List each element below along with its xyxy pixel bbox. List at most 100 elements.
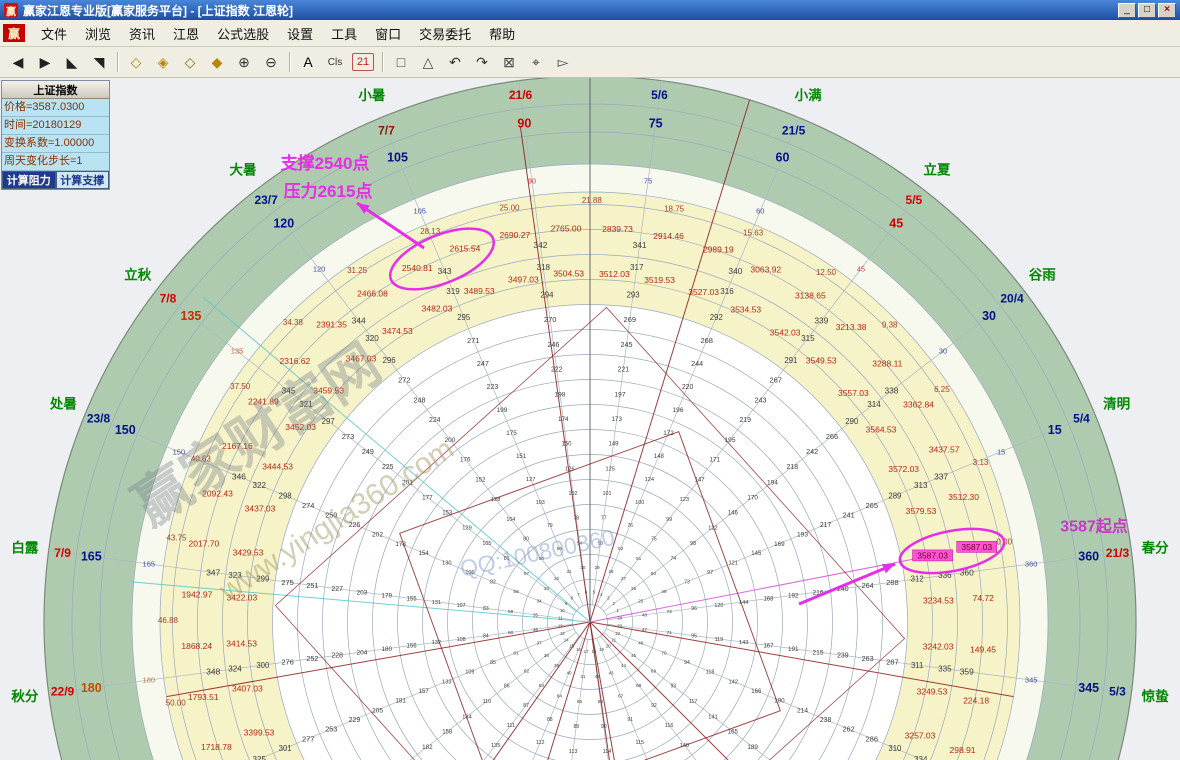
toolbar-zoom-in-button[interactable]: ⊕: [231, 50, 257, 74]
toolbar-clear-button[interactable]: Cls: [322, 50, 348, 74]
svg-text:173: 173: [612, 416, 623, 423]
toolbar-marker-down-button[interactable]: ◣: [59, 50, 85, 74]
menu-item-7[interactable]: 窗口: [366, 23, 410, 46]
svg-text:156: 156: [407, 644, 418, 650]
svg-text:245: 245: [621, 340, 633, 349]
toolbar-marker-up-button[interactable]: ◥: [86, 50, 112, 74]
svg-text:90: 90: [517, 117, 531, 131]
toolbar-rotate-cw-button[interactable]: ↷: [469, 50, 495, 74]
menu-item-6[interactable]: 工具: [322, 23, 366, 46]
menu-item-3[interactable]: 江恩: [164, 23, 208, 46]
svg-text:23/7: 23/7: [254, 193, 278, 207]
svg-text:59: 59: [508, 609, 514, 615]
restore-button[interactable]: □: [1138, 3, 1156, 18]
svg-text:242: 242: [806, 447, 818, 456]
minimize-button[interactable]: _: [1118, 3, 1136, 18]
svg-text:135: 135: [491, 743, 501, 749]
panel-fields: 价格=3587.0300时间=20180129变换系数=1.00000周天变化步…: [2, 99, 109, 171]
svg-text:117: 117: [689, 699, 698, 705]
menu-item-8[interactable]: 交易委托: [410, 23, 480, 46]
toolbar-delete-tool-button[interactable]: ⊠: [496, 50, 522, 74]
svg-text:196: 196: [673, 407, 684, 414]
toolbar-crosshair-tool-button[interactable]: ⌖: [523, 50, 549, 74]
svg-text:清明: 清明: [1103, 396, 1130, 412]
svg-text:61: 61: [513, 650, 519, 656]
toolbar-forward-button[interactable]: ▶: [32, 50, 58, 74]
svg-text:146: 146: [728, 511, 739, 517]
svg-text:135: 135: [181, 309, 202, 323]
toolbar-rect-tool-button[interactable]: □: [388, 50, 414, 74]
svg-text:48: 48: [642, 612, 648, 617]
svg-text:312: 312: [911, 575, 924, 584]
svg-text:105: 105: [387, 151, 408, 165]
svg-text:123: 123: [680, 497, 690, 503]
svg-text:90: 90: [528, 176, 536, 185]
toolbar-separator: [117, 52, 118, 72]
svg-text:2914.46: 2914.46: [653, 231, 684, 241]
svg-text:224: 224: [429, 417, 441, 424]
svg-text:99: 99: [666, 517, 672, 523]
toolbar-diamond-open-button[interactable]: ◇: [177, 50, 203, 74]
toolbar-calendar-button[interactable]: 21: [352, 53, 374, 71]
panel-button-1[interactable]: 计算支撑: [56, 171, 110, 189]
svg-text:3437.03: 3437.03: [245, 503, 276, 513]
menu-item-4[interactable]: 公式选股: [208, 23, 278, 46]
toolbar-flag-tool-button[interactable]: ▻: [550, 50, 576, 74]
svg-text:95: 95: [691, 633, 697, 639]
svg-text:2765.00: 2765.00: [551, 224, 582, 234]
svg-text:347: 347: [206, 567, 220, 577]
svg-text:83: 83: [483, 606, 489, 612]
svg-text:294: 294: [540, 291, 554, 300]
svg-text:2391.35: 2391.35: [316, 320, 347, 330]
chart-canvas[interactable]: 1234567891011121314151617181920212223242…: [0, 78, 1180, 760]
svg-text:322: 322: [252, 481, 266, 490]
svg-text:150: 150: [115, 423, 136, 437]
svg-text:243: 243: [754, 395, 766, 404]
svg-text:120: 120: [313, 265, 326, 274]
svg-text:98: 98: [690, 541, 696, 547]
menu-item-2[interactable]: 资讯: [120, 23, 164, 46]
toolbar-zoom-out-button[interactable]: ⊖: [258, 50, 284, 74]
svg-text:3527.03: 3527.03: [688, 287, 719, 297]
menu-item-5[interactable]: 设置: [278, 23, 322, 46]
svg-text:14: 14: [564, 638, 569, 643]
gann-wheel-chart[interactable]: 1234567891011121314151617181920212223242…: [0, 78, 1180, 760]
menu-item-9[interactable]: 帮助: [480, 23, 524, 46]
toolbar-rotate-ccw-button[interactable]: ↶: [442, 50, 468, 74]
svg-text:15: 15: [569, 643, 574, 648]
menu-item-1[interactable]: 浏览: [76, 23, 120, 46]
menu-item-0[interactable]: 文件: [32, 23, 76, 46]
svg-text:127: 127: [526, 477, 536, 483]
svg-text:93: 93: [670, 684, 676, 690]
svg-text:25.00: 25.00: [499, 204, 520, 213]
close-button[interactable]: ×: [1158, 3, 1176, 18]
svg-text:105: 105: [413, 206, 426, 215]
svg-text:3549.53: 3549.53: [806, 356, 837, 366]
svg-text:88: 88: [547, 717, 553, 723]
toolbar-text-tool-button[interactable]: A: [295, 50, 321, 74]
svg-text:338: 338: [884, 386, 898, 396]
svg-text:40: 40: [566, 670, 572, 675]
svg-text:31.25: 31.25: [347, 266, 368, 275]
svg-text:33: 33: [544, 586, 550, 591]
svg-text:68: 68: [636, 683, 642, 689]
panel-button-0[interactable]: 计算阻力: [2, 171, 56, 189]
svg-text:7/9: 7/9: [54, 546, 71, 560]
svg-text:179: 179: [381, 592, 392, 599]
toolbar-triangle-tool-button[interactable]: △: [415, 50, 441, 74]
svg-text:52: 52: [618, 546, 624, 552]
svg-text:15: 15: [997, 447, 1005, 456]
svg-text:21/3: 21/3: [1106, 546, 1130, 560]
svg-text:30: 30: [939, 347, 947, 356]
svg-text:15: 15: [1048, 423, 1062, 437]
toolbar-diamond-filled-button[interactable]: ◆: [204, 50, 230, 74]
svg-text:110: 110: [483, 699, 492, 705]
svg-text:84: 84: [483, 633, 489, 639]
toolbar-diamond-outline-button[interactable]: ◇: [123, 50, 149, 74]
svg-text:219: 219: [739, 417, 751, 424]
svg-text:220: 220: [682, 384, 694, 391]
svg-text:5/3: 5/3: [1109, 685, 1126, 699]
toolbar-diamond-center-button[interactable]: ◈: [150, 50, 176, 74]
toolbar-back-button[interactable]: ◀: [5, 50, 31, 74]
svg-text:32: 32: [554, 576, 560, 581]
